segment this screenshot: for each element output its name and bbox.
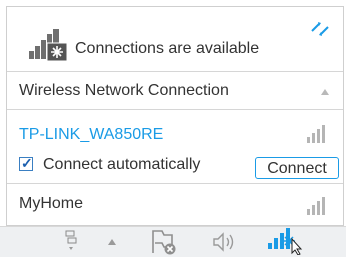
signal-bars-icon <box>307 125 325 143</box>
header-divider <box>7 71 343 72</box>
network-item[interactable]: MyHome <box>7 185 343 221</box>
section-divider <box>7 109 343 110</box>
network-tray-icon[interactable] <box>64 230 78 252</box>
network-item-selected[interactable]: TP-LINK_WA850RE ✓ Connect automatically … <box>7 111 343 183</box>
connect-button[interactable]: Connect <box>255 157 339 179</box>
wireless-section-label: Wireless Network Connection <box>19 82 229 99</box>
refresh-arrows-icon[interactable] <box>309 21 331 37</box>
checkmark-icon: ✓ <box>21 155 33 171</box>
wireless-tray-icon[interactable] <box>268 225 314 255</box>
network-computer-icon <box>29 29 68 62</box>
flag-icon[interactable] <box>150 229 178 255</box>
connect-automatically-label: Connect automatically <box>43 156 201 173</box>
chevron-up-icon[interactable] <box>321 89 329 95</box>
network-flyout: Connections are available Wireless Netwo… <box>6 6 344 226</box>
wireless-section-header[interactable]: Wireless Network Connection <box>7 73 343 109</box>
network-divider <box>7 183 343 184</box>
network-name[interactable]: TP-LINK_WA850RE <box>19 126 163 144</box>
connection-status-text: Connections are available <box>75 40 260 57</box>
connect-automatically-checkbox[interactable]: ✓ <box>19 155 33 171</box>
flyout-header: Connections are available <box>7 7 343 71</box>
speaker-icon[interactable] <box>212 231 238 253</box>
network-name: MyHome <box>19 195 84 212</box>
signal-bars-icon <box>307 197 325 215</box>
show-hidden-icons-icon[interactable] <box>108 239 116 245</box>
taskbar <box>0 226 346 257</box>
